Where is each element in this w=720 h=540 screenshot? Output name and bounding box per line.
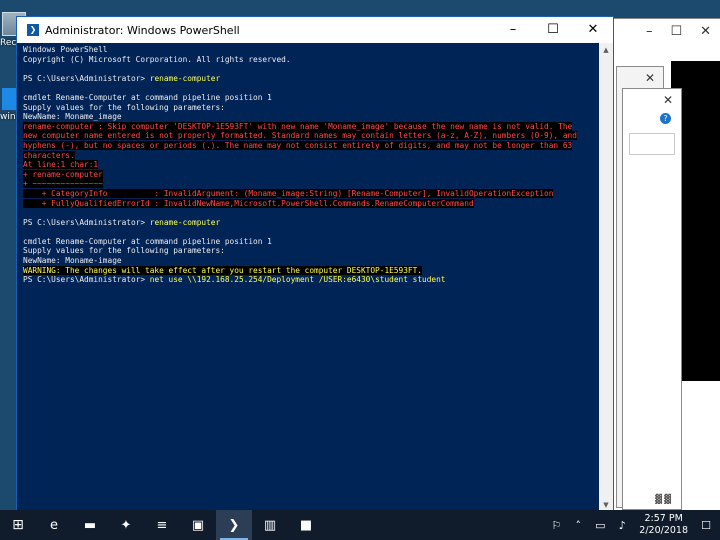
clock-date: 2/20/2018 <box>639 525 688 536</box>
console-command: net use \\192.168.25.254/Deployment /USE… <box>149 275 446 285</box>
console-text: cmdlet Rename-Computer at command pipeli… <box>23 92 272 102</box>
edge-browser-icon: e <box>50 517 58 533</box>
console-line: WARNING: The changes will take effect af… <box>23 265 599 276</box>
console-line: Supply values for the following paramete… <box>23 246 599 256</box>
clock[interactable]: 2:57 PM 2/20/2018 <box>639 513 688 537</box>
system-tray: ⚐ ˄ ▭ ♪ 2:57 PM 2/20/2018 ☐ <box>545 510 720 540</box>
console-line: Windows PowerShell <box>23 45 599 55</box>
minimize-icon[interactable]: – <box>646 24 653 39</box>
command-prompt-icon: ■ <box>299 517 313 533</box>
close-button[interactable]: ✕ <box>573 17 613 43</box>
taskbar-server-manager-button[interactable]: ▥ <box>252 510 288 540</box>
console-line: PS C:\Users\Administrator> rename-comput… <box>23 74 599 84</box>
console-output[interactable]: Windows PowerShell Copyright (C) Microsof… <box>17 43 599 512</box>
close-icon[interactable]: ✕ <box>663 93 673 107</box>
server-manager-icon: ▥ <box>263 517 277 533</box>
minimize-button[interactable]: – <box>493 17 533 43</box>
background-window[interactable]: ✕ ? ▓▓ <box>622 88 682 510</box>
window-titlebar[interactable]: ❯ Administrator: Windows PowerShell – ☐ … <box>17 17 613 43</box>
people-icon[interactable]: ⚐ <box>548 519 564 532</box>
error-text: + ~~~~~~~~~~~~~~~ <box>23 179 103 189</box>
chevron-up-icon[interactable]: ˄ <box>570 519 586 532</box>
console-line: cmdlet Rename-Computer at command pipeli… <box>23 93 599 103</box>
console-line: At line:1 char:1 <box>23 160 599 170</box>
input-field[interactable] <box>629 133 675 155</box>
folder-icon: ▬ <box>83 517 97 533</box>
taskbar-edge-button[interactable]: e <box>36 510 72 540</box>
deployment-tool-icon: ✦ <box>120 517 132 533</box>
view-toggle[interactable]: ▓▓ <box>655 495 673 505</box>
taskbar-deployment-button[interactable]: ✦ <box>108 510 144 540</box>
console-line: Supply values for the following paramete… <box>23 103 599 113</box>
error-text: + CategoryInfo : InvalidArgument: (Monam… <box>23 188 554 198</box>
error-text: characters. <box>23 150 75 160</box>
error-text: + FullyQualifiedErrorId : InvalidNewName… <box>23 198 474 208</box>
maximize-button[interactable]: ☐ <box>533 17 573 43</box>
console-text: Supply values for the following paramete… <box>23 102 225 112</box>
console-text: Supply values for the following paramete… <box>23 246 225 256</box>
background-window-titlebar: – ☐ ✕ <box>611 19 720 43</box>
console-line: + FullyQualifiedErrorId : InvalidNewName… <box>23 198 599 209</box>
close-icon[interactable]: ✕ <box>700 24 711 39</box>
console-line: + ~~~~~~~~~~~~~~~ <box>23 179 599 189</box>
close-icon[interactable]: ✕ <box>645 71 655 85</box>
console-line: PS C:\Users\Administrator> net use \\192… <box>23 275 599 285</box>
network-icon[interactable]: ▭ <box>592 519 608 532</box>
windows-start-icon: ⊞ <box>12 517 24 533</box>
console-line: + CategoryInfo : InvalidArgument: (Monam… <box>23 188 599 199</box>
console-line: hyphens (-), but no spaces or periods (.… <box>23 140 599 151</box>
console-text: cmdlet Rename-Computer at command pipeli… <box>23 236 272 246</box>
error-text: + rename-computer <box>23 169 103 179</box>
console-text: NewName: Moname_image <box>23 112 122 122</box>
maximize-icon[interactable]: ☐ <box>670 24 682 39</box>
taskbar-file-explorer-button[interactable]: ▬ <box>72 510 108 540</box>
console-line: cmdlet Rename-Computer at command pipeli… <box>23 237 599 247</box>
taskbar-remote-desktop-button[interactable]: ▣ <box>180 510 216 540</box>
console-line: Copyright (C) Microsoft Corporation. All… <box>23 55 599 65</box>
error-text: hyphens (-), but no spaces or periods (.… <box>23 140 573 150</box>
console-line: new computer name entered is not properl… <box>23 131 599 141</box>
notepad-icon: ≡ <box>156 517 168 533</box>
console-prompt: PS C:\Users\Administrator> <box>23 217 150 227</box>
vertical-scrollbar[interactable]: ▲ ▼ <box>599 43 613 512</box>
console-line: NewName: Moname-image <box>23 256 599 266</box>
clock-time: 2:57 PM <box>644 513 683 524</box>
console-line: rename-computer : Skip computer 'DESKTOP… <box>23 121 599 132</box>
console-text: NewName: Moname-image <box>23 256 122 266</box>
console-line: PS C:\Users\Administrator> rename-comput… <box>23 218 599 228</box>
console-command: rename-computer <box>149 73 221 83</box>
taskbar: ⊞ e ▬ ✦ ≡ ▣ ❯ ▥ ■ ⚐ ˄ ▭ ♪ 2:57 PM 2/20/2018 ☐ <box>0 510 720 540</box>
taskbar-apps: ⊞ e ▬ ✦ ≡ ▣ ❯ ▥ ■ <box>0 510 324 540</box>
error-text: new computer name entered is not properl… <box>23 131 577 141</box>
console-line: NewName: Moname_image <box>23 112 599 122</box>
taskbar-powershell-button[interactable]: ❯ <box>216 510 252 540</box>
powershell-icon: ❯ <box>228 517 240 533</box>
error-text: rename-computer : Skip computer 'DESKTOP… <box>23 121 573 131</box>
scroll-up-icon[interactable]: ▲ <box>599 43 613 57</box>
console-text: Windows PowerShell <box>23 45 108 54</box>
console-line: characters. <box>23 150 599 161</box>
help-icon[interactable]: ? <box>660 113 671 124</box>
powershell-icon: ❯ <box>27 24 39 36</box>
window-title: Administrator: Windows PowerShell <box>45 23 240 37</box>
taskbar-command-prompt-button[interactable]: ■ <box>288 510 324 540</box>
console-prompt: PS C:\Users\Administrator> <box>23 275 150 285</box>
taskbar-notepad-button[interactable]: ≡ <box>144 510 180 540</box>
remote-desktop-icon: ▣ <box>191 517 205 533</box>
console-line: + rename-computer <box>23 169 599 180</box>
taskbar-start-button[interactable]: ⊞ <box>0 510 36 540</box>
console-prompt: PS C:\Users\Administrator> <box>23 73 150 83</box>
console-text: Copyright (C) Microsoft Corporation. All… <box>23 54 291 64</box>
powershell-window[interactable]: ❯ Administrator: Windows PowerShell – ☐ … <box>16 16 614 513</box>
notification-icon[interactable]: ☐ <box>698 519 714 532</box>
warning-text: WARNING: The changes will take effect af… <box>23 265 423 275</box>
error-text: At line:1 char:1 <box>23 160 99 170</box>
volume-icon[interactable]: ♪ <box>614 519 630 532</box>
console-command: rename-computer <box>149 217 221 227</box>
